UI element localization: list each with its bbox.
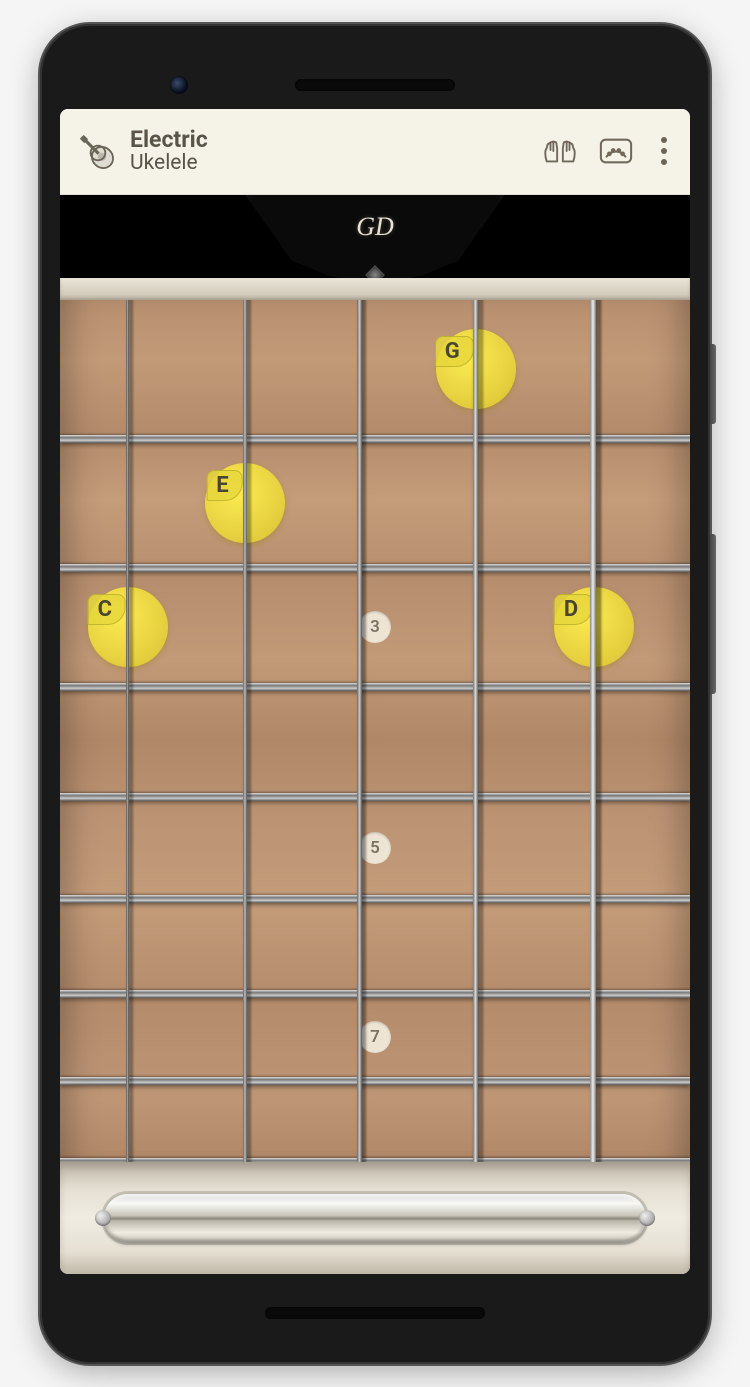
string[interactable]	[357, 300, 365, 1162]
nut	[60, 278, 690, 300]
string[interactable]	[126, 300, 133, 1162]
instrument-selector[interactable]: Electric Ukelele	[130, 127, 526, 175]
app-header: Electric Ukelele	[60, 109, 690, 195]
phone-camera	[170, 76, 188, 94]
overflow-menu-button[interactable]	[650, 129, 678, 173]
phone-frame: Electric Ukelele	[40, 24, 710, 1364]
phone-power-button	[710, 344, 716, 424]
string[interactable]	[590, 300, 600, 1162]
instrument-type-label: Electric	[130, 127, 526, 152]
headstock: GD	[60, 195, 690, 300]
headstock-logo: GD	[356, 212, 394, 242]
fretboard[interactable]: 357GECD	[60, 300, 690, 1162]
phone-speaker-bottom	[265, 1307, 485, 1319]
guitar-body	[60, 1162, 690, 1274]
hand-mode-button[interactable]	[538, 129, 582, 173]
instrument-name-label: Ukelele	[130, 152, 526, 175]
app-screen: Electric Ukelele	[60, 109, 690, 1274]
instrument-icon[interactable]	[74, 129, 118, 173]
tuner-button[interactable]	[594, 129, 638, 173]
string[interactable]	[473, 300, 482, 1162]
string[interactable]	[243, 300, 250, 1162]
phone-volume-button	[710, 534, 716, 694]
pickup-bar[interactable]	[104, 1194, 646, 1242]
phone-speaker-top	[295, 79, 455, 91]
